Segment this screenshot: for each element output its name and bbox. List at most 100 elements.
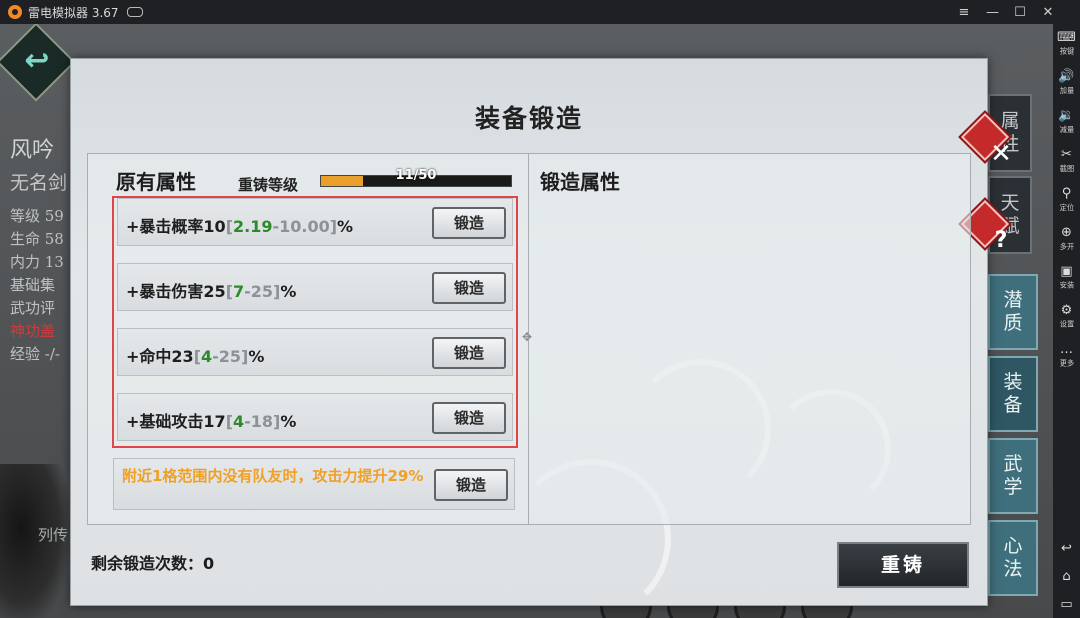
tab-char: 武 [1003,453,1023,475]
tab-char: 心 [1003,535,1023,557]
forge-button[interactable]: 锻造 [432,402,506,434]
forge-button[interactable]: 锻造 [432,272,506,304]
sidebar-label: 设置 [1059,319,1074,329]
home-nav-icon[interactable]: ⌂ [1062,569,1070,584]
menu-icon[interactable]: ≡ [958,5,970,20]
attribute-name: +命中23 [126,347,194,366]
tab-char: 学 [1003,476,1023,498]
more-dots-icon: … [1060,341,1073,357]
location-pin-icon: ⚲ [1061,185,1072,201]
back-nav-icon[interactable]: ↩ [1061,541,1072,556]
range-dash: - [244,282,251,301]
range-open: [ [225,217,233,236]
sidebar-settings-button[interactable]: ⚙ 设置 [1053,297,1080,336]
apk-install-icon: ▣ [1060,263,1073,279]
scissors-icon: ✂ [1061,146,1072,162]
forge-button[interactable]: 锻造 [434,469,508,501]
sidebar-label: 减量 [1059,124,1074,134]
character-weapon: 无名剑 [10,172,68,194]
range-dash: - [244,412,251,431]
stat-row: 内力 13 [10,253,64,271]
emulator-sidebar: ⌨ 按键 🔊 加量 🔉 减量 ✂ 截图 ⚲ 定位 ⊕ 多开 ▣ 安装 ⚙ 设置 … 更多 ↩ ⌂ … [1053,24,1080,618]
tab-char: 属 [1000,110,1020,132]
remaining-forges-label: 剩余锻造次数： [91,554,204,573]
attribute-name: +暴击伤害25 [126,282,226,301]
sidebar-label: 定位 [1059,202,1074,212]
attribute-row: +暴击伤害25[7-25]% 锻造 [117,263,513,311]
sidebar-screenshot-button[interactable]: ✂ 截图 [1053,141,1080,180]
gear-icon: ⚙ [1060,302,1073,318]
reforge-level-label: 重铸等级 [238,176,299,194]
sidebar-label: 按键 [1059,46,1074,56]
range-open: [ [225,282,233,301]
sidebar-more-button[interactable]: … 更多 [1053,336,1080,375]
attribute-text: +暴击伤害25[7-25]% [126,278,296,302]
gamepad-icon[interactable] [126,7,143,17]
range-open: [ [193,347,201,366]
biography-tab[interactable]: 列传 [38,524,68,545]
close-icon[interactable]: ✕ [984,137,1018,171]
sidebar-multi-instance-button[interactable]: ⊕ 多开 [1053,219,1080,258]
special-attribute-row: 附近1格范围内没有队友时，攻击力提升29% 锻造 [113,458,515,510]
range-close: ] [329,217,338,236]
tab-char: 法 [1003,558,1023,580]
range-max: 25 [250,282,274,301]
attribute-unit: % [280,412,297,431]
help-icon[interactable]: ? [984,224,1018,258]
game-scene: ↩ 风吟 无名剑 等级 59 生命 58 内力 13 基础集 武功评 神功盖 经… [0,24,1053,618]
tab-char: 天 [1000,192,1020,214]
volume-up-icon: 🔊 [1058,68,1075,84]
stat-row: 生命 58 [10,230,64,248]
character-name: 风吟 [10,138,55,163]
dialog-title: 装备锻造 [474,104,583,133]
tab-potential[interactable]: 潜质 [988,274,1038,350]
attribute-text: +暴击概率10[2.19-10.00]% [126,213,353,237]
emulator-titlebar: 雷电模拟器 3.67 ≡ — ☐ ✕ [0,0,1080,24]
sidebar-label: 加量 [1059,85,1074,95]
sidebar-install-button[interactable]: ▣ 安装 [1053,258,1080,297]
emulator-logo-icon [8,5,22,19]
sidebar-label: 截图 [1059,163,1074,173]
multi-instance-icon: ⊕ [1061,224,1072,240]
remaining-forges-value: 0 [203,554,215,573]
sidebar-label: 多开 [1059,241,1074,251]
tab-mind-method[interactable]: 心法 [988,520,1038,596]
forge-button[interactable]: 锻造 [432,207,506,239]
attribute-unit: % [337,217,354,236]
attribute-row: +基础攻击17[4-18]% 锻造 [117,393,513,441]
tab-martial-arts[interactable]: 武学 [988,438,1038,514]
maximize-icon[interactable]: ☐ [1014,5,1026,20]
range-dash: - [212,347,219,366]
remaining-forges: 剩余锻造次数：0 [91,550,214,574]
volume-down-icon: 🔉 [1058,107,1075,123]
forge-button[interactable]: 锻造 [432,337,506,369]
window-close-icon[interactable]: ✕ [1042,5,1054,20]
recents-nav-icon[interactable]: ▭ [1060,597,1072,612]
range-min: 4 [233,412,245,431]
window-controls: ≡ — ☐ ✕ [958,0,1054,24]
sidebar-label: 更多 [1059,358,1074,368]
reforge-button[interactable]: 重铸 [837,542,969,588]
range-min: 2.19 [233,217,273,236]
attribute-name: +暴击概率10 [126,217,226,236]
attribute-row: +命中23[4-25]% 锻造 [117,328,513,376]
stat-row: 武功评 [10,299,56,317]
tab-equipment[interactable]: 装备 [988,356,1038,432]
minimize-icon[interactable]: — [986,5,999,20]
tab-char: 备 [1003,394,1023,416]
sidebar-volume-up-button[interactable]: 🔊 加量 [1053,63,1080,102]
attribute-name: +基础攻击17 [126,412,226,431]
sidebar-volume-down-button[interactable]: 🔉 减量 [1053,102,1080,141]
forged-attributes-title: 锻造属性 [540,170,620,194]
attribute-unit: % [248,347,265,366]
divider-handle-icon[interactable]: ✥ [522,330,532,344]
sidebar-label: 安装 [1059,280,1074,290]
stat-row: 基础集 [10,276,56,294]
sidebar-location-button[interactable]: ⚲ 定位 [1053,180,1080,219]
stat-row: 神功盖 [10,322,56,340]
attribute-text: +命中23[4-25]% [126,343,264,367]
original-attributes-title: 原有属性 [116,170,196,194]
sidebar-keymap-button[interactable]: ⌨ 按键 [1053,24,1080,63]
attribute-row: +暴击概率10[2.19-10.00]% 锻造 [117,198,513,246]
reforge-progress-text: 11/50 [395,168,437,183]
